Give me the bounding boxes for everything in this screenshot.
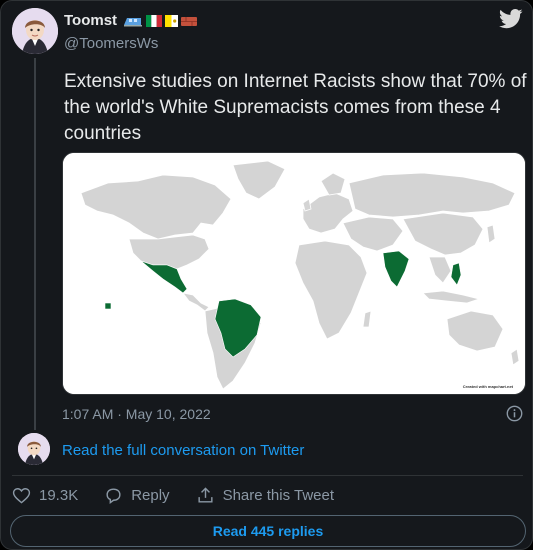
share-button[interactable]: Share this Tweet: [196, 486, 334, 505]
divider: [12, 475, 523, 476]
like-button[interactable]: 19.3K: [12, 486, 78, 505]
author-display-name[interactable]: Toomst: [64, 12, 117, 29]
reply-label: Reply: [131, 487, 170, 504]
author-name-row: Toomst: [64, 12, 198, 29]
tweet-actions: 19.3K Reply Share this Tweet: [12, 486, 360, 505]
info-icon[interactable]: [506, 405, 523, 422]
tweet-text: Extensive studies on Internet Racists sh…: [64, 71, 527, 144]
share-label: Share this Tweet: [222, 487, 335, 504]
reply-button[interactable]: Reply: [104, 486, 170, 505]
train-icon: [124, 17, 143, 26]
reply-icon: [106, 488, 121, 505]
country-small-highlight: [104, 302, 112, 310]
author-emojis: [123, 14, 198, 27]
tweet-map-image[interactable]: Created with mapchart.net: [62, 152, 526, 395]
read-conversation-link[interactable]: Read the full conversation on Twitter: [62, 442, 304, 459]
world-map: [63, 153, 525, 394]
tweet-timestamp[interactable]: 1:07 AM · May 10, 2022: [62, 406, 211, 422]
map-credit: Created with mapchart.net: [462, 384, 513, 389]
vatican-flag-icon: [165, 14, 179, 27]
share-icon: [198, 487, 213, 503]
like-count: 19.3K: [39, 487, 79, 504]
thread-line: [34, 58, 36, 430]
conversation-avatar[interactable]: [18, 433, 50, 465]
italy-flag-icon: [146, 14, 163, 27]
heart-icon: [12, 488, 31, 504]
author-handle[interactable]: @ToomersWs: [64, 35, 158, 52]
tweet-card: Toomst @ToomersWs Extensive studies on I…: [0, 0, 533, 550]
read-replies-button[interactable]: Read 445 replies: [10, 515, 526, 547]
author-avatar[interactable]: [12, 8, 58, 54]
brick-icon: [181, 16, 198, 26]
twitter-bird-icon[interactable]: [499, 9, 523, 29]
